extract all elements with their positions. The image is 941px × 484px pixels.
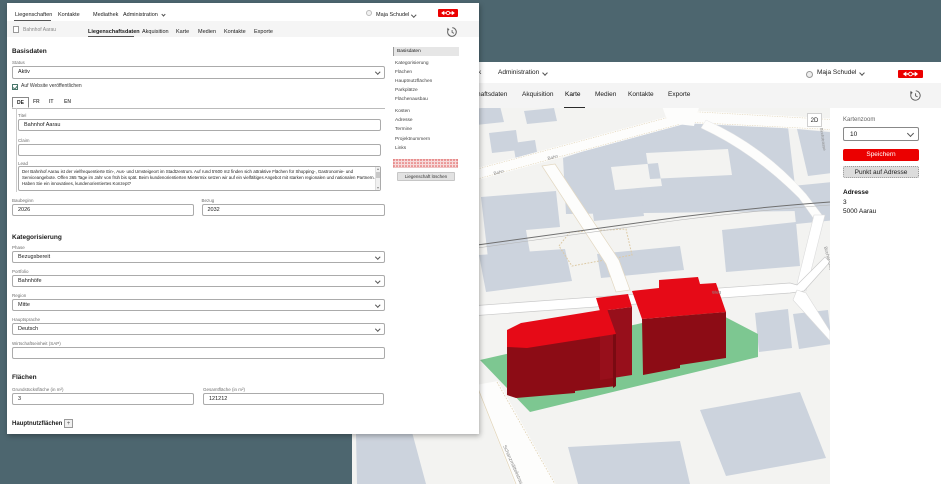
svg-text:Weg: Weg xyxy=(712,289,722,295)
